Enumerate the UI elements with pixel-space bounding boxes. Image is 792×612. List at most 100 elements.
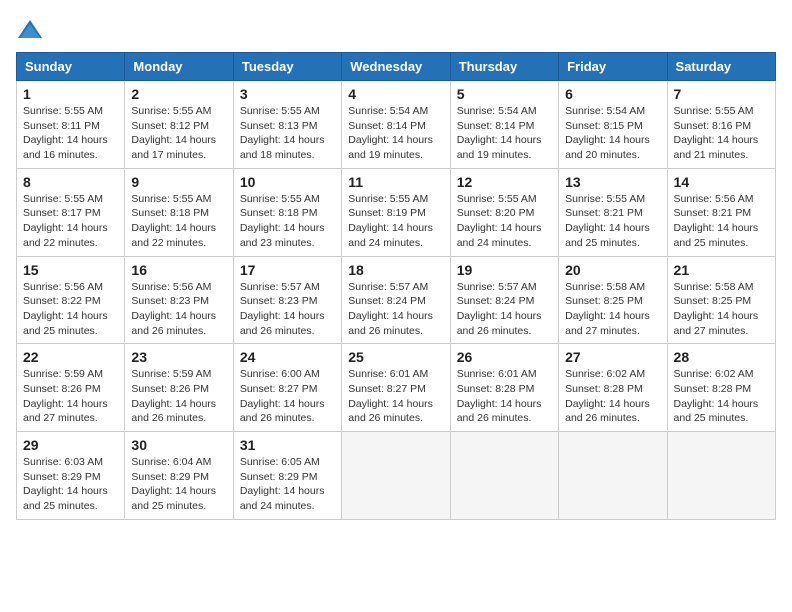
- header-saturday: Saturday: [667, 53, 775, 81]
- calendar-cell: 11 Sunrise: 5:55 AM Sunset: 8:19 PM Dayl…: [342, 168, 450, 256]
- day-number: 18: [348, 262, 443, 278]
- calendar-cell: 25 Sunrise: 6:01 AM Sunset: 8:27 PM Dayl…: [342, 344, 450, 432]
- day-number: 24: [240, 349, 335, 365]
- day-info: Sunrise: 6:01 AM Sunset: 8:28 PM Dayligh…: [457, 367, 552, 426]
- day-info: Sunrise: 6:00 AM Sunset: 8:27 PM Dayligh…: [240, 367, 335, 426]
- day-info: Sunrise: 6:03 AM Sunset: 8:29 PM Dayligh…: [23, 455, 118, 514]
- day-number: 16: [131, 262, 226, 278]
- header-friday: Friday: [559, 53, 667, 81]
- calendar-cell: 8 Sunrise: 5:55 AM Sunset: 8:17 PM Dayli…: [17, 168, 125, 256]
- day-info: Sunrise: 6:02 AM Sunset: 8:28 PM Dayligh…: [674, 367, 769, 426]
- day-number: 21: [674, 262, 769, 278]
- day-info: Sunrise: 5:54 AM Sunset: 8:14 PM Dayligh…: [348, 104, 443, 163]
- day-info: Sunrise: 5:55 AM Sunset: 8:19 PM Dayligh…: [348, 192, 443, 251]
- calendar-week-row: 22 Sunrise: 5:59 AM Sunset: 8:26 PM Dayl…: [17, 344, 776, 432]
- day-number: 3: [240, 86, 335, 102]
- day-info: Sunrise: 6:02 AM Sunset: 8:28 PM Dayligh…: [565, 367, 660, 426]
- calendar-cell: 10 Sunrise: 5:55 AM Sunset: 8:18 PM Dayl…: [233, 168, 341, 256]
- calendar-cell: 28 Sunrise: 6:02 AM Sunset: 8:28 PM Dayl…: [667, 344, 775, 432]
- day-number: 25: [348, 349, 443, 365]
- day-info: Sunrise: 5:58 AM Sunset: 8:25 PM Dayligh…: [674, 280, 769, 339]
- day-number: 4: [348, 86, 443, 102]
- calendar-cell: 20 Sunrise: 5:58 AM Sunset: 8:25 PM Dayl…: [559, 256, 667, 344]
- day-info: Sunrise: 5:55 AM Sunset: 8:18 PM Dayligh…: [131, 192, 226, 251]
- day-info: Sunrise: 6:01 AM Sunset: 8:27 PM Dayligh…: [348, 367, 443, 426]
- calendar-cell: 24 Sunrise: 6:00 AM Sunset: 8:27 PM Dayl…: [233, 344, 341, 432]
- day-number: 23: [131, 349, 226, 365]
- calendar-week-row: 29 Sunrise: 6:03 AM Sunset: 8:29 PM Dayl…: [17, 432, 776, 520]
- day-number: 14: [674, 174, 769, 190]
- day-info: Sunrise: 5:55 AM Sunset: 8:12 PM Dayligh…: [131, 104, 226, 163]
- calendar-cell: 22 Sunrise: 5:59 AM Sunset: 8:26 PM Dayl…: [17, 344, 125, 432]
- day-info: Sunrise: 5:55 AM Sunset: 8:13 PM Dayligh…: [240, 104, 335, 163]
- calendar-cell: 27 Sunrise: 6:02 AM Sunset: 8:28 PM Dayl…: [559, 344, 667, 432]
- day-number: 29: [23, 437, 118, 453]
- logo: [16, 16, 48, 44]
- calendar-week-row: 15 Sunrise: 5:56 AM Sunset: 8:22 PM Dayl…: [17, 256, 776, 344]
- day-info: Sunrise: 5:55 AM Sunset: 8:20 PM Dayligh…: [457, 192, 552, 251]
- day-info: Sunrise: 5:55 AM Sunset: 8:16 PM Dayligh…: [674, 104, 769, 163]
- day-info: Sunrise: 5:58 AM Sunset: 8:25 PM Dayligh…: [565, 280, 660, 339]
- calendar-cell: 21 Sunrise: 5:58 AM Sunset: 8:25 PM Dayl…: [667, 256, 775, 344]
- day-info: Sunrise: 5:59 AM Sunset: 8:26 PM Dayligh…: [131, 367, 226, 426]
- calendar-cell: 18 Sunrise: 5:57 AM Sunset: 8:24 PM Dayl…: [342, 256, 450, 344]
- day-info: Sunrise: 5:56 AM Sunset: 8:21 PM Dayligh…: [674, 192, 769, 251]
- calendar-cell: [667, 432, 775, 520]
- day-number: 30: [131, 437, 226, 453]
- calendar-cell: 9 Sunrise: 5:55 AM Sunset: 8:18 PM Dayli…: [125, 168, 233, 256]
- calendar-cell: 19 Sunrise: 5:57 AM Sunset: 8:24 PM Dayl…: [450, 256, 558, 344]
- calendar-week-row: 1 Sunrise: 5:55 AM Sunset: 8:11 PM Dayli…: [17, 81, 776, 169]
- day-number: 15: [23, 262, 118, 278]
- day-number: 31: [240, 437, 335, 453]
- day-number: 22: [23, 349, 118, 365]
- calendar-cell: 17 Sunrise: 5:57 AM Sunset: 8:23 PM Dayl…: [233, 256, 341, 344]
- day-info: Sunrise: 5:56 AM Sunset: 8:23 PM Dayligh…: [131, 280, 226, 339]
- calendar-cell: 13 Sunrise: 5:55 AM Sunset: 8:21 PM Dayl…: [559, 168, 667, 256]
- calendar-cell: 6 Sunrise: 5:54 AM Sunset: 8:15 PM Dayli…: [559, 81, 667, 169]
- day-number: 26: [457, 349, 552, 365]
- day-number: 1: [23, 86, 118, 102]
- calendar-table: SundayMondayTuesdayWednesdayThursdayFrid…: [16, 52, 776, 520]
- day-number: 11: [348, 174, 443, 190]
- calendar-cell: 15 Sunrise: 5:56 AM Sunset: 8:22 PM Dayl…: [17, 256, 125, 344]
- logo-icon: [16, 16, 44, 44]
- header-monday: Monday: [125, 53, 233, 81]
- day-info: Sunrise: 5:57 AM Sunset: 8:23 PM Dayligh…: [240, 280, 335, 339]
- day-number: 2: [131, 86, 226, 102]
- header-tuesday: Tuesday: [233, 53, 341, 81]
- day-info: Sunrise: 5:55 AM Sunset: 8:21 PM Dayligh…: [565, 192, 660, 251]
- day-info: Sunrise: 6:04 AM Sunset: 8:29 PM Dayligh…: [131, 455, 226, 514]
- calendar-cell: 23 Sunrise: 5:59 AM Sunset: 8:26 PM Dayl…: [125, 344, 233, 432]
- day-number: 20: [565, 262, 660, 278]
- header-sunday: Sunday: [17, 53, 125, 81]
- calendar-cell: 2 Sunrise: 5:55 AM Sunset: 8:12 PM Dayli…: [125, 81, 233, 169]
- day-number: 28: [674, 349, 769, 365]
- calendar-cell: 14 Sunrise: 5:56 AM Sunset: 8:21 PM Dayl…: [667, 168, 775, 256]
- day-info: Sunrise: 5:55 AM Sunset: 8:11 PM Dayligh…: [23, 104, 118, 163]
- calendar-cell: 26 Sunrise: 6:01 AM Sunset: 8:28 PM Dayl…: [450, 344, 558, 432]
- calendar-cell: 4 Sunrise: 5:54 AM Sunset: 8:14 PM Dayli…: [342, 81, 450, 169]
- calendar-cell: [450, 432, 558, 520]
- calendar-cell: 30 Sunrise: 6:04 AM Sunset: 8:29 PM Dayl…: [125, 432, 233, 520]
- day-info: Sunrise: 5:59 AM Sunset: 8:26 PM Dayligh…: [23, 367, 118, 426]
- calendar-cell: 31 Sunrise: 6:05 AM Sunset: 8:29 PM Dayl…: [233, 432, 341, 520]
- header-wednesday: Wednesday: [342, 53, 450, 81]
- day-number: 9: [131, 174, 226, 190]
- day-info: Sunrise: 5:56 AM Sunset: 8:22 PM Dayligh…: [23, 280, 118, 339]
- day-info: Sunrise: 5:55 AM Sunset: 8:17 PM Dayligh…: [23, 192, 118, 251]
- day-info: Sunrise: 5:55 AM Sunset: 8:18 PM Dayligh…: [240, 192, 335, 251]
- day-number: 13: [565, 174, 660, 190]
- day-number: 19: [457, 262, 552, 278]
- day-number: 17: [240, 262, 335, 278]
- day-info: Sunrise: 5:57 AM Sunset: 8:24 PM Dayligh…: [457, 280, 552, 339]
- calendar-cell: [559, 432, 667, 520]
- calendar-cell: 7 Sunrise: 5:55 AM Sunset: 8:16 PM Dayli…: [667, 81, 775, 169]
- calendar-header-row: SundayMondayTuesdayWednesdayThursdayFrid…: [17, 53, 776, 81]
- calendar-cell: 3 Sunrise: 5:55 AM Sunset: 8:13 PM Dayli…: [233, 81, 341, 169]
- day-number: 10: [240, 174, 335, 190]
- day-info: Sunrise: 5:57 AM Sunset: 8:24 PM Dayligh…: [348, 280, 443, 339]
- calendar-cell: 12 Sunrise: 5:55 AM Sunset: 8:20 PM Dayl…: [450, 168, 558, 256]
- header-thursday: Thursday: [450, 53, 558, 81]
- calendar-week-row: 8 Sunrise: 5:55 AM Sunset: 8:17 PM Dayli…: [17, 168, 776, 256]
- calendar-cell: [342, 432, 450, 520]
